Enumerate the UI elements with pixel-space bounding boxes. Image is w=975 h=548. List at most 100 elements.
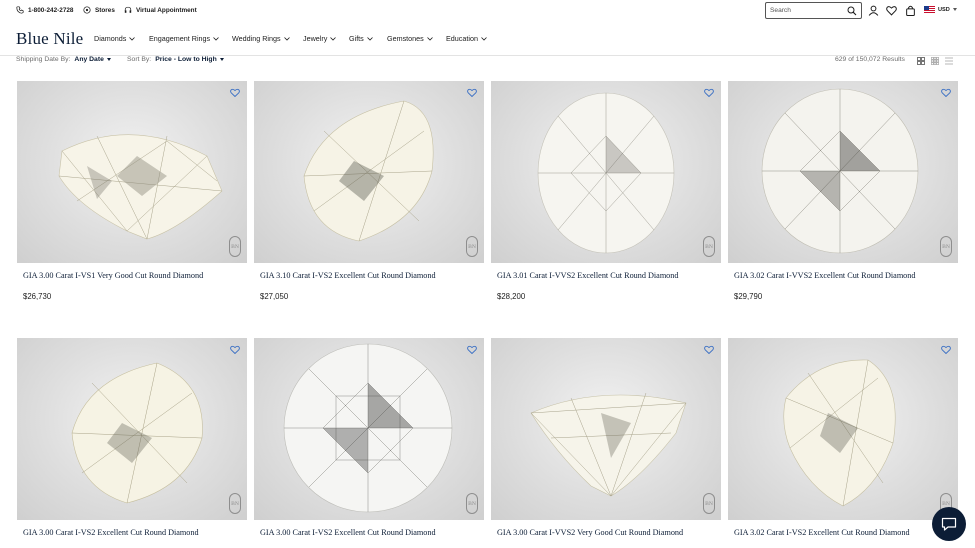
nav-item-diamonds[interactable]: Diamonds bbox=[94, 34, 136, 43]
chevron-down-icon bbox=[283, 36, 290, 41]
nav-item-label: Gifts bbox=[349, 34, 364, 43]
nav-item-jewelry[interactable]: Jewelry bbox=[303, 34, 337, 43]
heart-icon[interactable] bbox=[941, 345, 951, 354]
sort-dropdown[interactable]: Price - Low to High bbox=[155, 56, 224, 63]
heart-icon[interactable] bbox=[704, 88, 714, 97]
stores-label: Stores bbox=[95, 6, 115, 14]
grid-large-icon[interactable] bbox=[917, 57, 925, 65]
nav-item-gemstones[interactable]: Gemstones bbox=[387, 34, 433, 43]
phone-link[interactable]: 1-800-242-2728 bbox=[16, 6, 73, 14]
sort-filter: Sort By: Price - Low to High bbox=[127, 56, 224, 63]
search-icon[interactable] bbox=[847, 6, 857, 16]
results-count: 629 of 150,072 Results bbox=[835, 56, 905, 63]
currency-selector[interactable]: USD bbox=[924, 6, 957, 13]
product-price: $27,050 bbox=[260, 292, 289, 301]
chevron-down-icon bbox=[952, 8, 957, 11]
brand-watermark-icon: BN bbox=[466, 236, 478, 257]
chevron-down-icon bbox=[481, 36, 487, 41]
caret-down-icon bbox=[219, 58, 224, 61]
search-box bbox=[765, 2, 862, 19]
brand-logo[interactable]: Blue Nile bbox=[16, 29, 83, 49]
heart-icon[interactable] bbox=[941, 88, 951, 97]
diamond-image bbox=[537, 92, 675, 254]
heart-icon[interactable] bbox=[886, 5, 897, 16]
product-image[interactable]: BN bbox=[728, 338, 958, 520]
product-title[interactable]: GIA 3.00 Carat I-VS2 Excellent Cut Round… bbox=[260, 528, 484, 537]
brand-watermark-icon: BN bbox=[229, 236, 241, 257]
sort-value: Price - Low to High bbox=[155, 56, 217, 63]
diamond-image bbox=[783, 359, 896, 507]
product-price: $29,790 bbox=[734, 292, 763, 301]
product-title[interactable]: GIA 3.10 Carat I-VS2 Excellent Cut Round… bbox=[260, 271, 484, 280]
diamond-image bbox=[530, 392, 687, 497]
nav-item-gifts[interactable]: Gifts bbox=[349, 34, 373, 43]
nav-item-label: Gemstones bbox=[387, 34, 424, 43]
utility-bar: 1-800-242-2728 Stores Virtual Appointmen… bbox=[0, 0, 975, 22]
watermark-text: BN bbox=[705, 500, 713, 507]
grid-small-icon[interactable] bbox=[931, 57, 939, 65]
shipping-date-label: Shipping Date By: bbox=[16, 56, 71, 63]
watermark-text: BN bbox=[231, 500, 239, 507]
stores-link[interactable]: Stores bbox=[83, 6, 115, 14]
diamond-image bbox=[303, 100, 434, 242]
product-title[interactable]: GIA 3.02 Carat I-VS2 Excellent Cut Round… bbox=[734, 528, 958, 537]
nav-item-label: Education bbox=[446, 34, 478, 43]
location-pin-icon bbox=[83, 6, 91, 14]
watermark-text: BN bbox=[705, 243, 713, 250]
heart-icon[interactable] bbox=[467, 345, 477, 354]
currency-label: USD bbox=[938, 6, 950, 13]
nav-item-label: Wedding Rings bbox=[232, 34, 281, 43]
product-image[interactable]: BN bbox=[17, 338, 247, 520]
nav-item-label: Jewelry bbox=[303, 34, 328, 43]
product-image[interactable]: BN bbox=[254, 81, 484, 263]
product-title[interactable]: GIA 3.00 Carat I-VS2 Excellent Cut Round… bbox=[23, 528, 247, 537]
diamond-image bbox=[58, 134, 223, 240]
nav-item-engagement-rings[interactable]: Engagement Rings bbox=[149, 34, 219, 43]
shipping-date-value: Any Date bbox=[74, 56, 104, 63]
product-price: $26,730 bbox=[23, 292, 52, 301]
chevron-down-icon bbox=[366, 36, 373, 41]
chevron-down-icon bbox=[426, 36, 433, 41]
phone-number: 1-800-242-2728 bbox=[28, 6, 74, 14]
watermark-text: BN bbox=[468, 500, 476, 507]
brand-watermark-icon: BN bbox=[703, 493, 715, 514]
heart-icon[interactable] bbox=[230, 345, 240, 354]
brand-watermark-icon: BN bbox=[940, 236, 952, 257]
user-icon[interactable] bbox=[868, 5, 879, 16]
brand-watermark-icon: BN bbox=[703, 236, 715, 257]
nav-item-wedding-rings[interactable]: Wedding Rings bbox=[232, 34, 290, 43]
bag-icon[interactable] bbox=[905, 5, 916, 16]
watermark-text: BN bbox=[942, 500, 950, 507]
product-title[interactable]: GIA 3.02 Carat I-VVS2 Excellent Cut Roun… bbox=[734, 271, 958, 280]
chat-button[interactable] bbox=[932, 507, 966, 541]
chevron-down-icon bbox=[213, 36, 219, 41]
product-image[interactable]: BN bbox=[17, 81, 247, 263]
nav-item-education[interactable]: Education bbox=[446, 34, 487, 43]
heart-icon[interactable] bbox=[467, 88, 477, 97]
diamond-image bbox=[283, 343, 453, 513]
caret-down-icon bbox=[106, 58, 111, 61]
product-image[interactable]: BN bbox=[491, 81, 721, 263]
heart-icon[interactable] bbox=[704, 345, 714, 354]
chevron-down-icon bbox=[330, 36, 337, 41]
product-image[interactable]: BN bbox=[254, 338, 484, 520]
product-title[interactable]: GIA 3.00 Carat I-VVS2 Very Good Cut Roun… bbox=[497, 528, 721, 537]
product-title[interactable]: GIA 3.00 Carat I-VS1 Very Good Cut Round… bbox=[23, 271, 247, 280]
chevron-down-icon bbox=[129, 36, 136, 41]
phone-icon bbox=[16, 6, 24, 14]
chat-icon bbox=[941, 517, 957, 531]
brand-watermark-icon: BN bbox=[466, 493, 478, 514]
watermark-text: BN bbox=[231, 243, 239, 250]
virtual-appointment-label: Virtual Appointment bbox=[136, 6, 197, 14]
brand-watermark-icon: BN bbox=[229, 493, 241, 514]
headset-icon bbox=[124, 6, 132, 13]
product-image[interactable]: BN bbox=[728, 81, 958, 263]
product-image[interactable]: BN bbox=[491, 338, 721, 520]
product-title[interactable]: GIA 3.01 Carat I-VVS2 Excellent Cut Roun… bbox=[497, 271, 721, 280]
shipping-date-dropdown[interactable]: Any Date bbox=[74, 56, 111, 63]
virtual-appointment-link[interactable]: Virtual Appointment bbox=[124, 6, 197, 14]
heart-icon[interactable] bbox=[230, 88, 240, 97]
search-input[interactable] bbox=[770, 7, 846, 14]
sort-label: Sort By: bbox=[127, 56, 152, 63]
list-icon[interactable] bbox=[945, 57, 953, 65]
